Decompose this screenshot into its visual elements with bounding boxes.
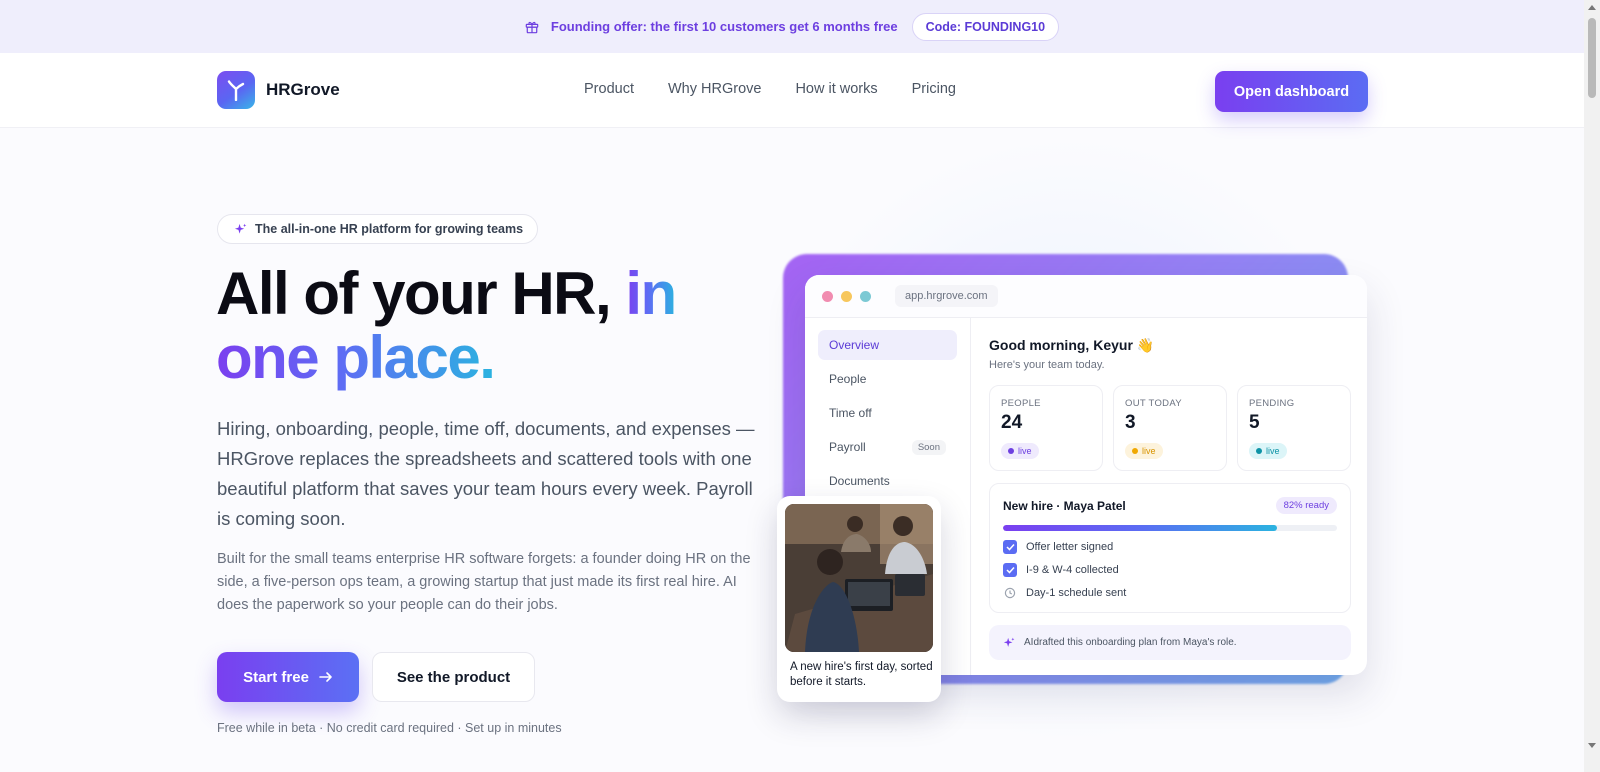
hero-lead: Hiring, onboarding, people, time off, do…: [217, 418, 755, 529]
arrow-right-icon: [319, 672, 332, 682]
live-badge: live: [1001, 443, 1039, 459]
window-dot-red-icon: [822, 290, 833, 302]
sidebar-item-documents[interactable]: Documents: [818, 466, 957, 496]
stat-card-pending[interactable]: PENDING 5 live: [1237, 385, 1351, 471]
sidebar-item-label: Overview: [829, 338, 880, 352]
new-hire-title: New hire · Maya Patel: [1003, 498, 1126, 513]
checklist-label: Day-1 schedule sent: [1026, 587, 1127, 599]
photo-card: A new hire's first day, sorted before it…: [777, 496, 941, 702]
announcement-text: Founding offer: the first 10 customers g…: [550, 19, 898, 34]
checkbox-checked-icon: [1003, 540, 1017, 554]
nav-link-how-it-works[interactable]: How it works: [795, 81, 877, 97]
hero-title: All of your HR, in one place.: [216, 262, 756, 390]
open-dashboard-button[interactable]: Open dashboard: [1215, 71, 1368, 112]
live-badge-text: live: [1142, 446, 1156, 456]
hero-title-plain: All of your HR,: [216, 260, 626, 327]
scroll-down-icon[interactable]: [1588, 743, 1596, 748]
hero-title-accent-2: one place.: [216, 324, 496, 391]
see-product-button[interactable]: See the product: [372, 652, 535, 702]
stat-label: PEOPLE: [1001, 398, 1041, 409]
top-navbar: HRGrove Product Why HRGrove How it works…: [0, 53, 1584, 128]
scroll-up-icon[interactable]: [1588, 5, 1596, 10]
live-dot-icon: [1256, 448, 1262, 454]
announcement-bar: Founding offer: the first 10 customers g…: [0, 0, 1584, 53]
app-window-bar: app.hrgrove.com: [805, 275, 1367, 318]
sidebar-item-time-off[interactable]: Time off: [818, 398, 957, 428]
stat-value: 5: [1249, 412, 1260, 433]
sidebar-item-label: Documents: [829, 474, 890, 488]
sparkle-icon: [1003, 637, 1015, 647]
office-team-photo: [785, 504, 933, 652]
window-dot-yellow-icon: [841, 290, 852, 302]
gift-icon: [525, 21, 539, 33]
stat-card-people[interactable]: PEOPLE 24 live: [989, 385, 1103, 471]
start-free-label: Start free: [243, 668, 309, 686]
app-url: app.hrgrove.com: [895, 285, 998, 307]
live-dot-icon: [1132, 448, 1138, 454]
ai-note-text: AIdrafted this onboarding plan from Maya…: [1024, 637, 1237, 648]
nav-links: Product Why HRGrove How it works Pricing: [584, 81, 956, 97]
sparkle-icon: [234, 223, 247, 234]
live-badge: live: [1125, 443, 1163, 459]
stat-label: PENDING: [1249, 398, 1295, 409]
stat-value: 3: [1125, 412, 1136, 433]
checkbox-checked-icon: [1003, 563, 1017, 577]
onboarding-progress-bar: [1003, 525, 1337, 531]
app-main-panel: Good morning, Keyur 👋 Here's your team t…: [989, 337, 1351, 660]
window-dot-teal-icon: [860, 290, 871, 302]
sidebar-item-label: Time off: [829, 406, 872, 420]
onboarding-progress-fill: [1003, 525, 1277, 531]
stat-card-out-today[interactable]: OUT TODAY 3 live: [1113, 385, 1227, 471]
checklist-label: I-9 & W-4 collected: [1026, 564, 1119, 576]
new-hire-header: New hire · Maya Patel 82% ready: [1003, 497, 1337, 514]
scrollbar-thumb[interactable]: [1588, 18, 1596, 98]
hero-badge: The all-in-one HR platform for growing t…: [217, 214, 539, 244]
hero-fineprint: Free while in beta · No credit card requ…: [217, 721, 562, 735]
ready-badge: 82% ready: [1275, 497, 1337, 514]
promo-code-badge[interactable]: Code: FOUNDING10: [911, 12, 1060, 41]
ai-note: AIdrafted this onboarding plan from Maya…: [989, 625, 1351, 660]
stat-value: 24: [1001, 412, 1023, 433]
checklist-item[interactable]: I-9 & W-4 collected: [1003, 563, 1337, 577]
live-badge-text: live: [1266, 446, 1280, 456]
clock-icon: [1004, 587, 1016, 599]
new-hire-card[interactable]: New hire · Maya Patel 82% ready Offer le…: [989, 483, 1351, 613]
hero-badge-text: The all-in-one HR platform for growing t…: [255, 222, 524, 236]
hero-title-accent-1: in: [625, 260, 677, 327]
stat-label: OUT TODAY: [1125, 398, 1182, 409]
live-badge-text: live: [1018, 446, 1032, 456]
greeting-title: Good morning, Keyur 👋: [989, 337, 1155, 353]
stats-row: PEOPLE 24 live OUT TODAY 3 live PENDING …: [989, 385, 1351, 471]
greeting-subtitle: Here's your team today.: [989, 359, 1105, 371]
hero-subtext: Built for the small teams enterprise HR …: [217, 551, 751, 613]
logo-mark-icon: [217, 71, 255, 109]
sidebar-item-people[interactable]: People: [818, 364, 957, 394]
nav-link-product[interactable]: Product: [584, 81, 634, 97]
live-badge: live: [1249, 443, 1287, 459]
checklist-label: Offer letter signed: [1026, 541, 1114, 553]
page-scrollbar[interactable]: [1584, 0, 1600, 772]
brand-logo[interactable]: HRGrove: [217, 71, 340, 109]
nav-link-why-hrgrove[interactable]: Why HRGrove: [668, 81, 761, 97]
photo-caption: A new hire's first day, sorted before it…: [790, 661, 933, 688]
soon-badge: Soon: [911, 439, 946, 455]
start-free-button[interactable]: Start free: [217, 652, 359, 702]
sidebar-item-payroll[interactable]: Payroll Soon: [818, 432, 957, 462]
checklist-item[interactable]: Offer letter signed: [1003, 540, 1337, 554]
sidebar-item-label: Payroll: [829, 440, 866, 454]
sidebar-item-label: People: [829, 372, 867, 386]
nav-link-pricing[interactable]: Pricing: [912, 81, 956, 97]
sidebar-item-overview[interactable]: Overview: [818, 330, 957, 360]
brand-name: HRGrove: [266, 80, 340, 99]
live-dot-icon: [1008, 448, 1014, 454]
checklist-item[interactable]: Day-1 schedule sent: [1003, 586, 1337, 600]
